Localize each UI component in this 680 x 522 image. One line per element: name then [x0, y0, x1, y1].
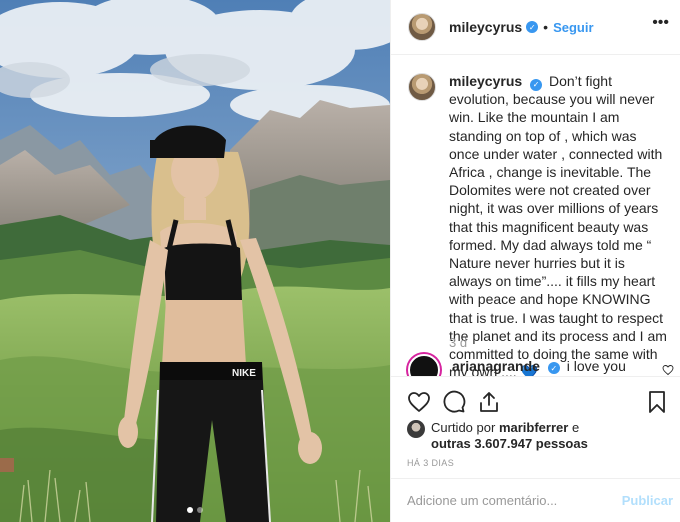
comment-text-block: arianagrande ✓ i love you — [452, 358, 626, 375]
caption-timestamp[interactable]: 3 d — [449, 335, 467, 350]
caption-text-block: mileycyrus ✓ Don’t fight evolution, beca… — [449, 72, 668, 381]
comment-input[interactable] — [407, 493, 607, 508]
photo-scene: NIKE — [0, 0, 390, 522]
author-avatar[interactable] — [408, 13, 436, 41]
carousel-indicator — [0, 507, 390, 513]
likes-conjunction: e — [571, 420, 580, 435]
post-date[interactable]: HÁ 3 DIAS — [407, 458, 454, 468]
post-header: mileycyrus ✓ • Seguir ••• — [391, 0, 680, 55]
header-separator: • — [543, 19, 549, 35]
post-details-panel: mileycyrus ✓ • Seguir ••• mileycyrus ✓ D… — [390, 0, 680, 522]
bookmark-icon[interactable] — [645, 390, 669, 414]
likes-text-block[interactable]: Curtido por maribferrer e outras 3.607.9… — [431, 420, 611, 452]
caption-author-avatar[interactable] — [408, 73, 436, 101]
publish-button[interactable]: Publicar — [622, 493, 673, 508]
caption-username[interactable]: mileycyrus — [449, 73, 522, 89]
more-options-icon[interactable]: ••• — [652, 14, 669, 32]
likes-prefix: Curtido por — [431, 420, 496, 435]
caption-text: Don’t fight evolution, because you will … — [449, 73, 667, 381]
like-heart-icon[interactable] — [407, 390, 431, 414]
comment-icon[interactable] — [442, 390, 466, 414]
verified-badge-icon: ✓ — [530, 79, 543, 92]
add-comment-bar: Publicar — [391, 478, 680, 522]
carousel-dot — [187, 507, 193, 513]
comment: arianagrande ✓ i love you — [408, 354, 678, 386]
action-bar — [391, 376, 680, 422]
likes-summary: Curtido por maribferrer e outras 3.607.9… — [407, 420, 611, 452]
commenter-username[interactable]: arianagrande — [452, 358, 540, 374]
share-icon[interactable] — [477, 390, 501, 414]
carousel-dot — [197, 507, 203, 513]
author-username[interactable]: mileycyrus — [449, 19, 522, 35]
verified-badge-icon: ✓ — [526, 21, 539, 33]
comment-body: i love you — [566, 357, 626, 374]
liker-avatar[interactable] — [407, 420, 425, 438]
pants-logo-text: NIKE — [232, 368, 256, 379]
post-photo[interactable]: NIKE — [0, 0, 390, 522]
follow-button[interactable]: Seguir — [553, 20, 593, 35]
caption: mileycyrus ✓ Don’t fight evolution, beca… — [408, 72, 668, 381]
instagram-post: NIKE mileycyrus ✓ • Seguir ••• mileycyru… — [0, 0, 680, 522]
verified-badge-icon: ✓ — [547, 362, 560, 375]
first-liker-username[interactable]: maribferrer — [499, 420, 568, 435]
likes-count[interactable]: outras 3.607.947 pessoas — [431, 436, 588, 451]
comment-like-heart-icon[interactable] — [662, 364, 674, 376]
